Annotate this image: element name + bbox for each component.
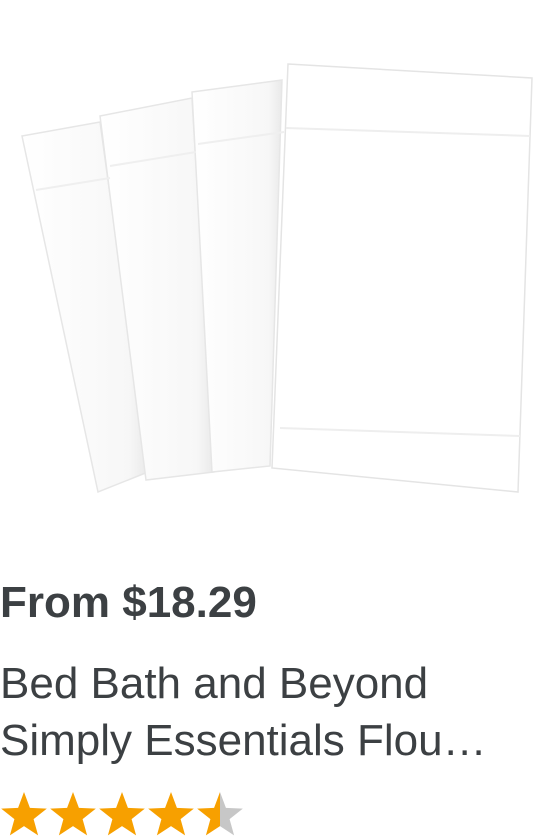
star-rating	[1, 792, 243, 836]
star-full-icon	[50, 792, 96, 836]
product-title-line: Bed Bath and Beyond	[0, 659, 429, 708]
product-title[interactable]: Bed Bath and Beyond Simply Essentials Fl…	[0, 655, 552, 769]
product-card[interactable]: From $18.29 Bed Bath and Beyond Simply E…	[0, 0, 556, 838]
star-half-icon	[197, 792, 243, 836]
star-full-icon	[99, 792, 145, 836]
product-price: From $18.29	[0, 578, 257, 627]
product-title-line: Simply Essentials Flou…	[0, 716, 487, 765]
star-full-icon	[1, 792, 47, 836]
product-image[interactable]	[0, 40, 556, 520]
star-full-icon	[148, 792, 194, 836]
